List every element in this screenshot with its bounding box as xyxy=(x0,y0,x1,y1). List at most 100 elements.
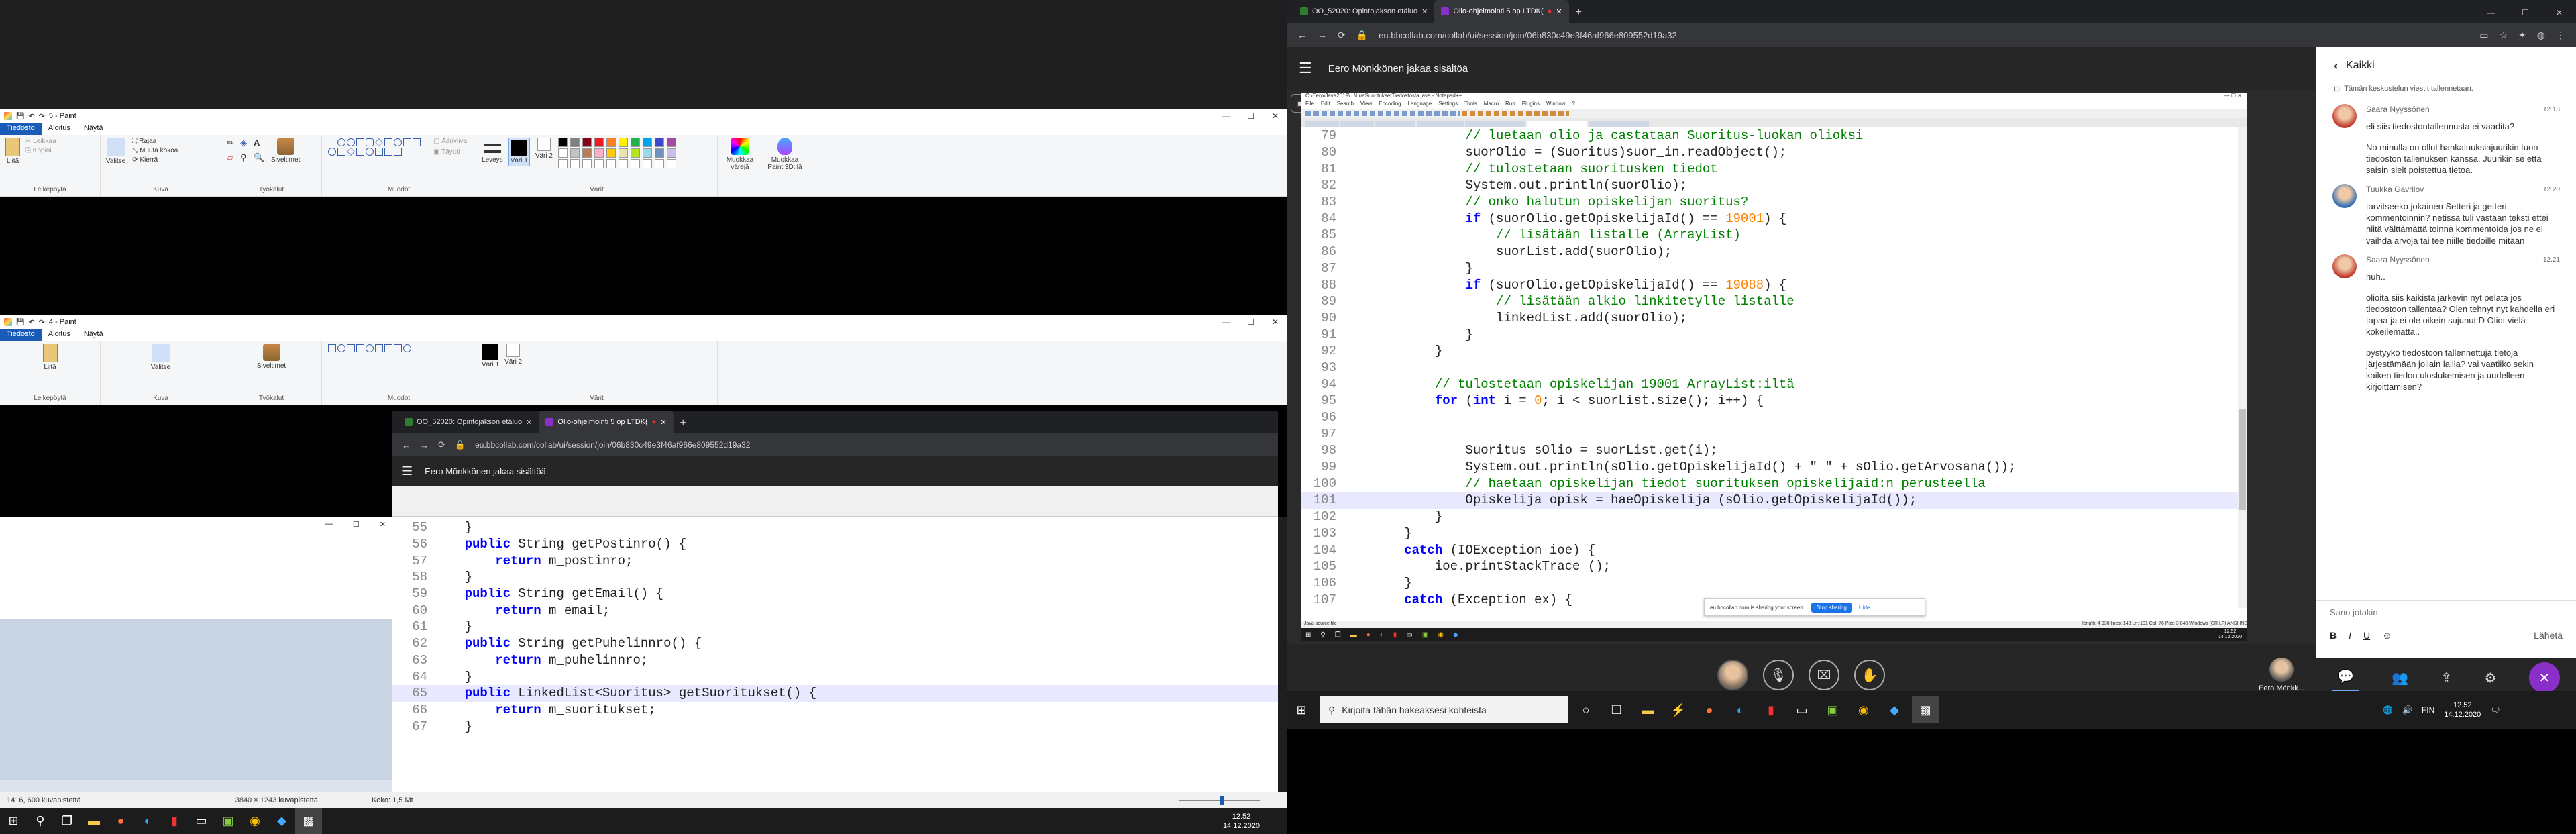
star-icon[interactable]: ☆ xyxy=(2499,30,2508,41)
canvas-white[interactable] xyxy=(0,531,392,619)
new-tab-button[interactable]: + xyxy=(674,417,693,433)
fill-button[interactable]: ▣ Täyttö xyxy=(433,148,467,156)
code-line[interactable]: 90 linkedList.add(suorOlio); xyxy=(1301,310,2247,327)
menu-file[interactable]: Tiedosto xyxy=(0,329,42,341)
participants-icon[interactable]: 👥 xyxy=(2392,670,2408,686)
code-line[interactable]: 66 return m_suoritukset; xyxy=(392,702,1278,719)
outline-button[interactable]: ▢ Ääriviiva xyxy=(433,138,467,145)
minimize-button[interactable]: — xyxy=(1222,317,1230,327)
app-icon[interactable]: ◆ xyxy=(268,808,295,834)
color1-button[interactable]: Väri 1 xyxy=(482,344,499,368)
pencil-icon[interactable]: ✏ xyxy=(227,138,237,150)
menu-view[interactable]: Näytä xyxy=(77,329,110,341)
magnifier-icon[interactable]: 🔍 xyxy=(254,152,264,164)
chrome-icon[interactable]: ◉ xyxy=(1850,696,1877,723)
size-button[interactable]: Leveys xyxy=(482,138,503,164)
undo-icon[interactable]: ↶ xyxy=(28,112,34,121)
copy-button[interactable]: ⎘ Kopioi xyxy=(25,147,56,154)
menu-icon[interactable]: ☰ xyxy=(1299,60,1312,77)
reload-icon[interactable]: ⟳ xyxy=(1338,30,1346,41)
stop-sharing-button[interactable]: Stop sharing xyxy=(1811,602,1852,613)
taskbar-search[interactable]: ⚲ Kirjoita tähän hakeaksesi kohteista xyxy=(1320,696,1568,723)
paint3d-button[interactable]: Muokkaa Paint 3D:llä xyxy=(765,138,805,171)
language-indicator[interactable]: FIN xyxy=(2422,705,2434,715)
code-line[interactable]: 81 // tulostetaan suoritusken tiedot xyxy=(1301,160,2247,177)
app-icon[interactable]: ◆ xyxy=(1881,696,1908,723)
participant-tile[interactable]: Eero Mönkk... xyxy=(2251,658,2312,692)
code-line[interactable]: 67 } xyxy=(392,718,1278,735)
code-line[interactable]: 102 } xyxy=(1301,509,2247,525)
code-line[interactable]: 83 // onko halutun opiskelijan suoritus? xyxy=(1301,194,2247,211)
code-line[interactable]: 82 System.out.println(suorOlio); xyxy=(1301,177,2247,194)
save-icon[interactable]: 💾 xyxy=(16,113,24,120)
code-line[interactable]: 101 Opiskelija opisk = haeOpiskelija (sO… xyxy=(1301,492,2247,509)
menu-home[interactable]: Aloitus xyxy=(42,329,77,341)
forward-icon[interactable]: → xyxy=(420,440,429,450)
fill-bucket-icon[interactable]: ◈ xyxy=(240,138,251,150)
code-line[interactable]: 88 if (suorOlio.getOpiskelijaId() == 190… xyxy=(1301,276,2247,293)
windows-start-icon[interactable]: ⊞ xyxy=(0,808,27,834)
profile-icon[interactable]: ◍ xyxy=(2537,30,2545,41)
firefox-icon[interactable]: ● xyxy=(1696,696,1723,723)
redo-icon[interactable]: ↷ xyxy=(39,112,45,121)
chat-input[interactable]: Sano jotakin xyxy=(2316,601,2576,627)
menu-file[interactable]: Tiedosto xyxy=(0,123,42,135)
code-line[interactable]: 58 } xyxy=(392,569,1278,586)
shapes-gallery[interactable] xyxy=(327,344,428,353)
close-panel-icon[interactable]: ✕ xyxy=(2528,662,2560,693)
firefox-icon[interactable]: ● xyxy=(107,808,134,834)
color2-button[interactable]: Väri 2 xyxy=(504,344,522,368)
edge-icon[interactable]: ◐ xyxy=(134,808,161,834)
code-line[interactable]: 59 public String getEmail() { xyxy=(392,586,1278,603)
code-line[interactable]: 57 return m_postinro; xyxy=(392,552,1278,569)
code-line[interactable]: 103 } xyxy=(1301,525,2247,542)
cast-icon[interactable]: ▭ xyxy=(2479,30,2488,41)
tab-course[interactable]: OO_52020: Opintojakson etäluo ✕ xyxy=(1293,0,1434,23)
save-icon[interactable]: 💾 xyxy=(16,319,24,326)
crop-button[interactable]: ⛶ Rajaa xyxy=(132,138,178,145)
notepadpp-icon[interactable]: ▣ xyxy=(1819,696,1846,723)
code-line[interactable]: 63 return m_puhelinnro; xyxy=(392,652,1278,669)
terminal-icon[interactable]: ▭ xyxy=(1788,696,1815,723)
menu-icon[interactable]: ☰ xyxy=(402,464,413,478)
code-line[interactable]: 106 } xyxy=(1301,575,2247,592)
code-line[interactable]: 97 xyxy=(1301,425,2247,442)
more-icon[interactable]: ⋮ xyxy=(2556,30,2576,41)
code-line[interactable]: 95 for (int i = 0; i < suorList.size(); … xyxy=(1301,393,2247,409)
undo-icon[interactable]: ↶ xyxy=(28,318,34,327)
select-button[interactable]: Valitse xyxy=(106,344,215,371)
minimize-button[interactable]: — xyxy=(325,520,333,528)
url-field[interactable]: eu.bbcollab.com/collab/ui/session/join/0… xyxy=(475,440,750,450)
code-line[interactable]: 80 suorOlio = (Suoritus)suor_in.readObje… xyxy=(1301,144,2247,161)
edit-colors-button[interactable]: Muokkaa värejä xyxy=(723,138,757,171)
code-line[interactable]: 91 } xyxy=(1301,326,2247,343)
back-icon[interactable]: ← xyxy=(1297,30,1307,40)
text-icon[interactable]: A xyxy=(254,138,264,150)
close-button[interactable]: ✕ xyxy=(1272,317,1279,327)
code-line[interactable]: 56 public String getPostinro() { xyxy=(392,536,1278,553)
cut-button[interactable]: ✂ Leikkaa xyxy=(25,138,56,145)
edge-icon[interactable]: ◐ xyxy=(1727,696,1754,723)
extensions-icon[interactable]: ✦ xyxy=(2518,30,2526,41)
italic-button[interactable]: I xyxy=(2349,630,2351,641)
code-line[interactable]: 65 public LinkedList<Suoritus> getSuorit… xyxy=(392,684,1278,702)
code-line[interactable]: 61 } xyxy=(392,619,1278,635)
code-line[interactable]: 96 xyxy=(1301,409,2247,426)
code-line[interactable]: 105 ioe.printStackTrace (); xyxy=(1301,558,2247,575)
maximize-button[interactable]: ☐ xyxy=(353,520,360,529)
code-line[interactable]: 92 } xyxy=(1301,343,2247,360)
code-line[interactable]: 87 } xyxy=(1301,260,2247,277)
app-red-icon[interactable]: ▮ xyxy=(161,808,188,834)
zoom-slider[interactable] xyxy=(1179,795,1260,805)
code-line[interactable]: 62 public String getPuhelinnro() { xyxy=(392,635,1278,652)
share-content-icon[interactable]: ⇪ xyxy=(2441,670,2453,686)
settings-gear-icon[interactable]: ⚙ xyxy=(2485,670,2497,686)
camera-off-icon[interactable]: ⌧ xyxy=(1809,660,1839,690)
menu-home[interactable]: Aloitus xyxy=(42,123,77,135)
brushes-button[interactable]: Siveltimet xyxy=(271,138,300,164)
bold-button[interactable]: B xyxy=(2330,630,2337,641)
notepadpp-icon[interactable]: ▣ xyxy=(215,808,241,834)
tab-collab[interactable]: Olio-ohjelmointi 5 op LTDK(● ✕ xyxy=(1434,0,1569,23)
back-icon[interactable]: ‹ xyxy=(2334,59,2338,73)
code-line[interactable]: 55 } xyxy=(392,519,1278,536)
